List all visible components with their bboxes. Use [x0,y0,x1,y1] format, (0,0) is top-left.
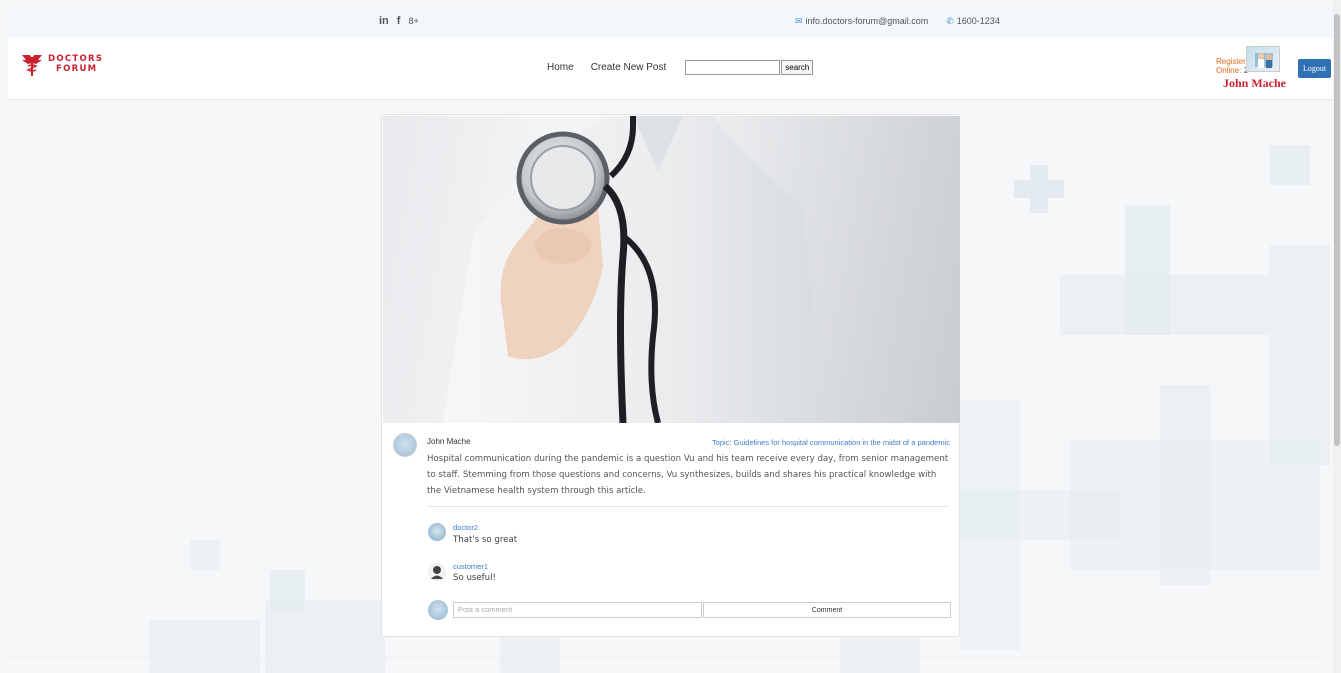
user-avatar[interactable] [1246,46,1280,72]
email-contact[interactable]: ✉ info.doctors-forum@gmail.com [795,16,928,27]
post-author-name[interactable]: John Mache [427,437,471,446]
top-bar: in f 8+ ✉ info.doctors-forum@gmail.com ✆ 1… [8,8,1333,38]
comment-author[interactable]: customer1 [453,562,488,571]
search-input[interactable] [685,60,781,75]
nav-home-link[interactable]: Home [547,62,574,73]
comment-text: That's so great [453,535,518,545]
phone-icon: ✆ [946,16,954,26]
post-divider [427,506,949,507]
facebook-icon[interactable]: f [397,15,401,27]
scrollbar[interactable] [1333,0,1341,673]
nav-create-post-link[interactable]: Create New Post [591,62,667,73]
user-name[interactable]: John Mache [1223,76,1286,91]
caduceus-logo-icon [22,55,42,76]
google-plus-icon[interactable]: 8+ [408,16,418,27]
comment-author[interactable]: doctor2 [453,523,478,532]
footer-divider [8,657,1318,658]
logout-button[interactable]: Logout [1298,59,1331,78]
site-logo[interactable]: DOCTORS FORUM [20,51,103,77]
linkedin-icon[interactable]: in [379,15,389,27]
envelope-icon: ✉ [795,16,803,26]
scrollbar-thumb[interactable] [1334,14,1340,446]
comment-submit-button[interactable]: Comment [703,602,951,618]
social-links: in f 8+ [379,15,419,27]
comment-input[interactable]: Post a comment [453,602,702,618]
post-author-avatar[interactable] [393,433,417,457]
search-button[interactable]: search [781,60,814,75]
site-header: DOCTORS FORUM Home Create New Post searc… [8,38,1333,100]
comment-avatar[interactable] [428,563,446,581]
stethoscope-photo [443,116,823,423]
comment-avatar[interactable] [428,523,446,541]
main-nav: Home Create New Post search [547,60,814,75]
logo-text: DOCTORS FORUM [48,54,104,74]
doctor-avatar-icon [1255,53,1273,68]
post-body: Hospital communication during the pandem… [427,454,949,496]
post-card: John Mache Topic: Guidelines for hospita… [381,114,960,637]
comment-text: So useful! [453,573,496,583]
phone-contact[interactable]: ✆ 1600-1234 [946,16,1000,27]
current-user-avatar [428,600,448,620]
post-topic-link[interactable]: Topic: Guidelines for hospital communica… [712,438,950,447]
contact-info: ✉ info.doctors-forum@gmail.com ✆ 1600-1234 [795,16,1000,27]
post-image [383,116,960,423]
user-silhouette-icon [431,566,443,579]
